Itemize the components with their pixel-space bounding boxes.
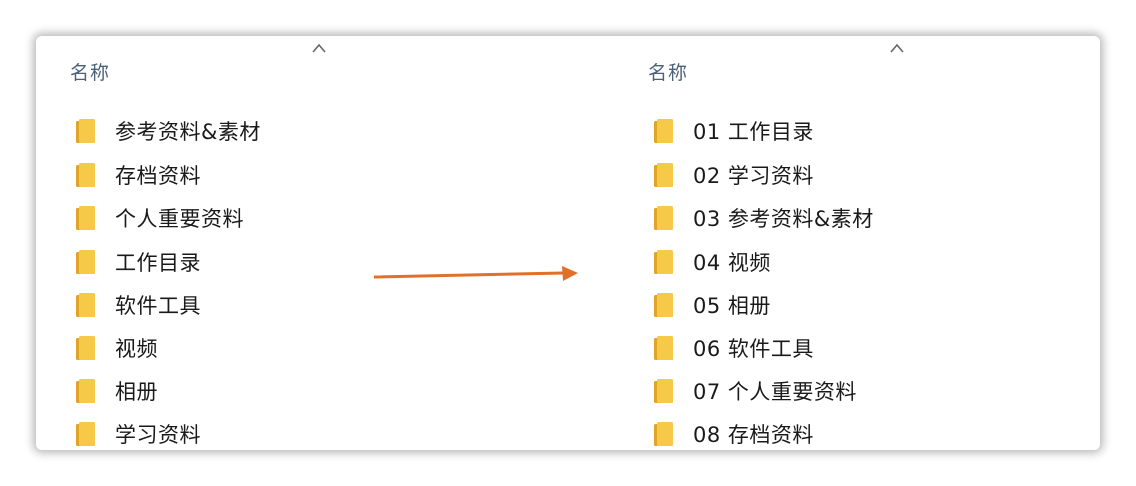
folder-row[interactable]: 个人重要资料 — [76, 203, 244, 233]
folder-name: 学习资料 — [115, 423, 201, 447]
folder-icon — [654, 206, 673, 230]
folder-icon — [654, 250, 673, 274]
folder-icon — [76, 379, 95, 403]
folder-name: 03 参考资料&素材 — [693, 207, 874, 231]
folder-name: 05 相册 — [693, 294, 771, 318]
folder-icon — [76, 206, 95, 230]
folder-row[interactable]: 05 相册 — [654, 290, 771, 320]
folder-name: 01 工作目录 — [693, 120, 814, 144]
folder-row[interactable]: 存档资料 — [76, 160, 201, 190]
folder-icon — [654, 422, 673, 446]
window-frame: 名称 参考资料&素材 存档资料 个人重要资料 工作目录 软件工具 视频 相册 学… — [36, 36, 1100, 450]
folder-row[interactable]: 相册 — [76, 376, 158, 406]
folder-row[interactable]: 学习资料 — [76, 419, 201, 449]
folder-row[interactable]: 软件工具 — [76, 290, 201, 320]
folder-icon — [76, 163, 95, 187]
name-column-header[interactable]: 名称 — [70, 58, 110, 85]
folder-name: 参考资料&素材 — [115, 120, 261, 144]
folder-name: 相册 — [115, 380, 158, 404]
folder-name: 视频 — [115, 337, 158, 361]
folder-name: 存档资料 — [115, 164, 201, 188]
before-folder-list: 名称 参考资料&素材 存档资料 个人重要资料 工作目录 软件工具 视频 相册 学… — [36, 36, 596, 450]
folder-row[interactable]: 06 软件工具 — [654, 333, 814, 363]
folder-name: 02 学习资料 — [693, 164, 814, 188]
folder-name: 工作目录 — [115, 251, 201, 275]
folder-name: 软件工具 — [115, 294, 201, 318]
folder-row[interactable]: 04 视频 — [654, 247, 771, 277]
folder-icon — [76, 336, 95, 360]
folder-icon — [654, 293, 673, 317]
folder-row[interactable]: 01 工作目录 — [654, 116, 814, 146]
folder-row[interactable]: 03 参考资料&素材 — [654, 203, 874, 233]
right-arrow-icon — [374, 266, 578, 281]
folder-name: 个人重要资料 — [115, 207, 244, 231]
folder-row[interactable]: 08 存档资料 — [654, 419, 814, 449]
folder-row[interactable]: 工作目录 — [76, 247, 201, 277]
folder-row[interactable]: 视频 — [76, 333, 158, 363]
chevron-up-icon[interactable] — [889, 42, 905, 54]
folder-row[interactable]: 02 学习资料 — [654, 160, 814, 190]
folder-icon — [76, 250, 95, 274]
name-column-header[interactable]: 名称 — [648, 58, 688, 85]
after-folder-list: 名称 01 工作目录 02 学习资料 03 参考资料&素材 04 视频 05 相… — [614, 36, 1100, 450]
folder-name: 08 存档资料 — [693, 423, 814, 447]
folder-name: 06 软件工具 — [693, 337, 814, 361]
folder-icon — [654, 163, 673, 187]
folder-row[interactable]: 参考资料&素材 — [76, 116, 261, 146]
folder-icon — [654, 336, 673, 360]
folder-icon — [76, 422, 95, 446]
folder-icon — [76, 119, 95, 143]
chevron-up-icon[interactable] — [311, 42, 327, 54]
folder-name: 07 个人重要资料 — [693, 380, 857, 404]
folder-icon — [76, 293, 95, 317]
folder-icon — [654, 119, 673, 143]
folder-name: 04 视频 — [693, 251, 771, 275]
folder-icon — [654, 379, 673, 403]
folder-row[interactable]: 07 个人重要资料 — [654, 376, 857, 406]
